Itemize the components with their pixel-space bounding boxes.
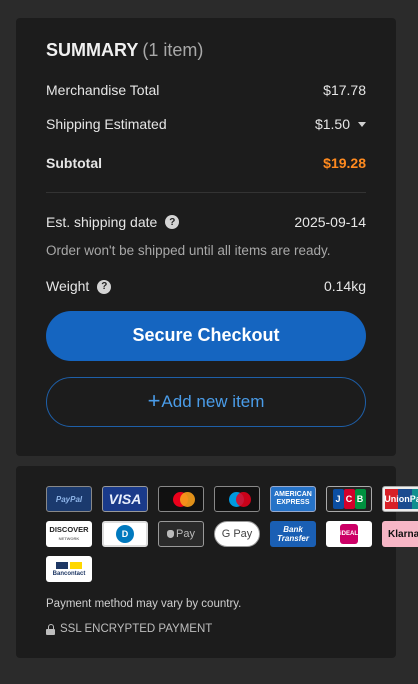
jcb-logo-j: J [332,489,344,509]
summary-heading: SUMMARY [46,40,139,60]
discover-logo-icon: DISCOVER NETWORK [46,521,92,547]
weight-label: Weight [46,278,90,295]
secure-checkout-button[interactable]: Secure Checkout [46,310,366,361]
klarna-logo-icon: Klarna. [382,521,418,547]
subtotal-row: Subtotal $19.28 [46,155,366,171]
shipping-estimated-dropdown[interactable]: $1.50 [315,116,366,132]
unionpay-logo-text: UnionPay [384,494,418,504]
bank-transfer-text-1: Bank [283,525,303,534]
help-icon[interactable]: ? [97,279,112,294]
jcb-logo-b: B [354,489,366,509]
shipping-estimated-label: Shipping Estimated [46,116,167,132]
diners-club-logo-icon: D [102,521,148,547]
mastercard-logo-icon [158,486,204,512]
visa-logo-text: VISA [108,491,142,507]
shipping-estimated-value: $1.50 [314,116,350,132]
ssl-badge: SSL ENCRYPTED PAYMENT [46,623,366,635]
weight-row: Weight? 0.14kg [46,278,366,294]
ideal-logo-icon: iDEAL [326,521,372,547]
maestro-logo-icon [214,486,260,512]
weight-value: 0.14kg [323,278,366,295]
payment-logos: PayPal VISA AMERICAN EXPRESS J C B UnionP… [46,486,418,582]
subtotal-label: Subtotal [46,155,102,171]
jcb-logo-icon: J C B [326,486,372,512]
summary-title: SUMMARY (1 item) [46,40,366,61]
diners-logo-text: D [116,525,134,543]
amex-logo-text-1: AMERICAN [274,491,312,498]
paypal-logo-icon: PayPal [46,486,92,512]
merchandise-total-row: Merchandise Total $17.78 [46,82,366,98]
divider [46,192,366,193]
discover-logo-subtext: NETWORK [58,535,80,541]
payment-note: Payment method may vary by country. [46,598,242,610]
bank-transfer-text-2: Transfer [277,534,309,543]
item-count: (1 item) [142,40,204,60]
paypal-logo-text: PayPal [55,494,83,504]
unionpay-logo-icon: UnionPay [382,486,418,512]
google-pay-text: G Pay [221,528,253,540]
order-summary-card: SUMMARY (1 item) Merchandise Total $17.78… [16,18,396,456]
plus-icon: + [147,387,161,413]
shipping-date-label: Est. shipping date [46,214,158,230]
ssl-label: SSL ENCRYPTED PAYMENT [60,623,213,635]
merchandise-total-label: Merchandise Total [46,82,160,98]
help-icon[interactable]: ? [165,215,180,230]
chevron-down-icon [358,121,366,127]
lock-icon [46,623,55,635]
amex-logo-text-2: EXPRESS [276,499,310,506]
ideal-logo-text: iDEAL [340,524,358,544]
apple-pay-text: Pay [176,528,195,540]
jcb-logo-c: C [343,489,355,509]
add-new-item-label: Add new item [161,391,265,411]
add-new-item-button[interactable]: + Add new item [46,376,366,427]
amex-logo-icon: AMERICAN EXPRESS [270,486,316,512]
shipping-note: Order won't be shipped until all items a… [46,243,331,259]
bancontact-logo-text: Bancontact [52,570,86,577]
google-pay-logo-icon: G Pay [214,521,260,547]
apple-pay-logo-icon: Pay [158,521,204,547]
subtotal-value: $19.28 [323,155,366,171]
bancontact-logo-icon: Bancontact [46,556,92,582]
shipping-estimated-row: Shipping Estimated $1.50 [46,116,366,132]
bank-transfer-logo-icon: Bank Transfer [270,521,316,547]
shipping-date-value: 2025-09-14 [294,214,366,231]
merchandise-total-value: $17.78 [323,82,366,98]
payment-methods-card: PayPal VISA AMERICAN EXPRESS J C B UnionP… [16,466,418,658]
klarna-logo-text: Klarna. [388,528,418,540]
visa-logo-icon: VISA [102,486,148,512]
discover-logo-text: DISCOVER [49,524,89,534]
shipping-date-row: Est. shipping date? 2025-09-14 [46,214,366,230]
